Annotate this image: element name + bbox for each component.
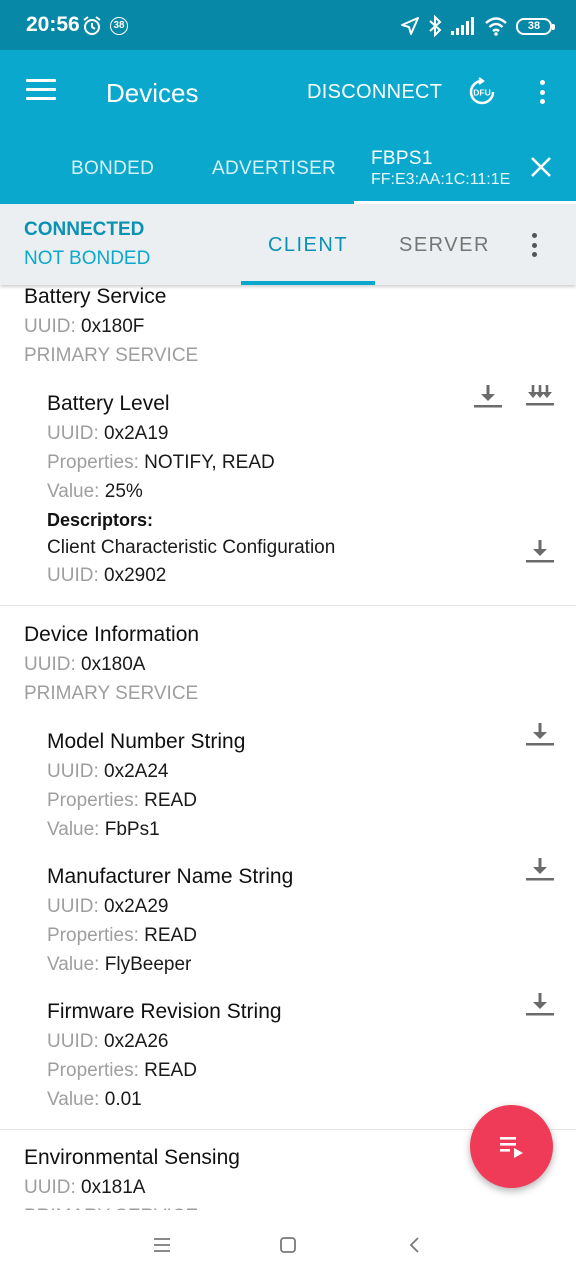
dfu-icon[interactable]: DFU xyxy=(466,76,498,108)
recents-icon[interactable] xyxy=(152,1235,172,1255)
characteristic-properties: Properties: NOTIFY, READ xyxy=(47,452,275,473)
divider xyxy=(0,605,576,606)
service-name: Environmental Sensing xyxy=(24,1146,240,1169)
device-address: FF:E3:AA:1C:11:1E xyxy=(371,171,511,188)
bond-state: NOT BONDED xyxy=(24,248,151,269)
notify-icon[interactable] xyxy=(525,383,555,411)
device-name: FBPS1 xyxy=(371,148,433,169)
characteristic-value: Value: 0.01 xyxy=(47,1089,142,1110)
status-time: 20:56 xyxy=(26,13,80,36)
tab-advertiser[interactable]: ADVERTISER xyxy=(212,158,336,180)
service-name: Device Information xyxy=(24,623,200,646)
service-type: PRIMARY SERVICE xyxy=(24,345,199,366)
service-uuid: UUID: 0x181A xyxy=(24,1177,146,1198)
menu-icon[interactable] xyxy=(26,79,56,105)
back-icon[interactable] xyxy=(405,1235,425,1255)
services-list[interactable]: Battery Service UUID: 0x180F PRIMARY SER… xyxy=(0,285,576,1210)
page-title: Devices xyxy=(106,78,199,108)
overflow-menu-icon[interactable] xyxy=(540,80,546,104)
service-uuid: UUID: 0x180F xyxy=(24,316,145,337)
descriptors-header: Descriptors: xyxy=(47,510,154,530)
descriptor-name: Client Characteristic Configuration xyxy=(47,537,336,558)
characteristic-uuid: UUID: 0x2A29 xyxy=(47,896,169,917)
location-icon xyxy=(401,17,419,35)
characteristic-value: Value: FlyBeeper xyxy=(47,954,192,975)
dfu-label: DFU xyxy=(473,88,490,98)
characteristic-name: Battery Level xyxy=(47,392,170,415)
wifi-icon xyxy=(485,17,507,36)
disconnect-button[interactable]: DISCONNECT xyxy=(307,81,442,104)
battery-icon: 38 xyxy=(516,17,555,35)
read-icon[interactable] xyxy=(473,383,503,411)
tab-client[interactable]: CLIENT xyxy=(241,204,375,285)
read-icon[interactable] xyxy=(525,856,555,884)
tab-device-fbps1[interactable]: FBPS1 FF:E3:AA:1C:11:1E xyxy=(354,134,576,204)
playlist-play-icon xyxy=(500,1137,523,1158)
notification-badge: 38 xyxy=(110,17,128,35)
signal-icon xyxy=(451,17,474,35)
bluetooth-icon xyxy=(429,15,442,37)
close-icon[interactable] xyxy=(530,156,552,178)
characteristic-properties: Properties: READ xyxy=(47,1060,197,1081)
read-icon[interactable] xyxy=(525,721,555,749)
connection-bar: CONNECTED NOT BONDED CLIENT SERVER xyxy=(0,204,576,285)
status-bar: 20:56 38 38 xyxy=(0,0,576,50)
navigation-bar xyxy=(0,1210,576,1280)
read-descriptor-icon[interactable] xyxy=(525,538,555,566)
connection-menu-icon[interactable] xyxy=(532,233,538,257)
characteristic-uuid: UUID: 0x2A19 xyxy=(47,423,169,444)
alarm-icon xyxy=(83,16,101,35)
home-icon[interactable] xyxy=(278,1235,298,1255)
log-fab-button[interactable] xyxy=(470,1105,553,1188)
tab-bonded[interactable]: BONDED xyxy=(71,158,154,180)
characteristic-value: Value: 25% xyxy=(47,481,143,502)
characteristic-name: Manufacturer Name String xyxy=(47,865,294,888)
characteristic-name: Firmware Revision String xyxy=(47,1000,282,1023)
tab-client-label: CLIENT xyxy=(267,234,349,256)
device-tabs: BONDED ADVERTISER FBPS1 FF:E3:AA:1C:11:1… xyxy=(0,134,576,204)
service-name: Battery Service xyxy=(24,285,167,308)
descriptor-uuid: UUID: 0x2902 xyxy=(47,565,167,586)
app-bar: Devices DISCONNECT DFU xyxy=(0,50,576,134)
service-type: PRIMARY SERVICE xyxy=(24,683,199,704)
characteristic-value: Value: FbPs1 xyxy=(47,819,160,840)
characteristic-uuid: UUID: 0x2A24 xyxy=(47,761,169,782)
service-uuid: UUID: 0x180A xyxy=(24,654,146,675)
characteristic-name: Model Number String xyxy=(47,730,246,753)
characteristic-properties: Properties: READ xyxy=(47,925,197,946)
connection-state: CONNECTED xyxy=(24,219,145,240)
characteristic-properties: Properties: READ xyxy=(47,790,197,811)
tab-server[interactable]: SERVER xyxy=(399,234,490,257)
tab-indicator xyxy=(241,281,375,285)
characteristic-uuid: UUID: 0x2A26 xyxy=(47,1031,169,1052)
read-icon[interactable] xyxy=(525,991,555,1019)
